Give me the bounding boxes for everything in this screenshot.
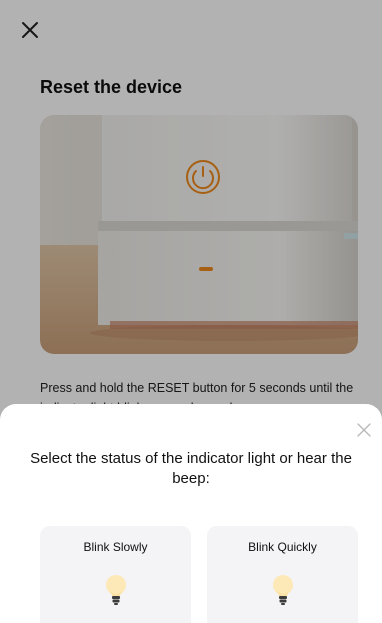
blink-slowly-option[interactable]: Blink Slowly: [40, 526, 191, 623]
light-bulb-icon: [273, 575, 293, 605]
close-icon: [357, 423, 371, 437]
blink-quickly-option[interactable]: Blink Quickly: [207, 526, 358, 623]
option-label: Blink Quickly: [248, 540, 317, 554]
sheet-title: Select the status of the indicator light…: [30, 450, 352, 487]
option-label: Blink Slowly: [83, 540, 148, 554]
indicator-status-sheet: Select the status of the indicator light…: [0, 404, 382, 623]
light-bulb-icon: [106, 575, 126, 605]
sheet-close-button[interactable]: [356, 422, 372, 438]
